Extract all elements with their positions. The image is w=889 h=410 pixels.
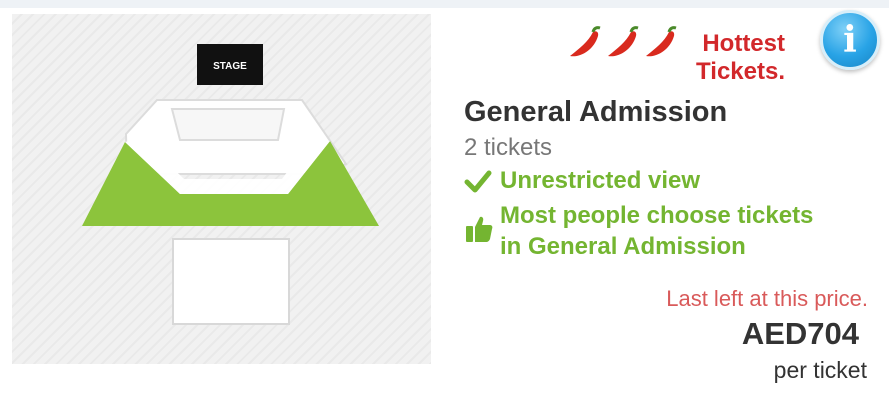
feature-label-line-1: Most people choose tickets — [500, 202, 814, 229]
section-title: General Admission — [464, 96, 728, 128]
info-icon[interactable]: i — [820, 10, 880, 70]
feature-popular-choice: Most people choose tickets in General Ad… — [464, 200, 813, 262]
thumbs-up-icon — [464, 214, 494, 252]
stage-label: STAGE — [213, 61, 247, 72]
checkmark-icon — [464, 167, 492, 202]
chili-pepper-icon — [608, 26, 639, 57]
last-left-notice: Last left at this price. — [666, 286, 868, 311]
upper-section-inner — [170, 108, 286, 141]
ticket-listing-card[interactable]: STAGE Hottest Tickets. i General Admissi… — [0, 0, 889, 410]
venue-seat-map: STAGE — [12, 14, 431, 364]
feature-unrestricted-view: Unrestricted view — [464, 167, 700, 195]
badge-line-1: Hottest — [702, 30, 785, 57]
info-glyph: i — [843, 19, 857, 61]
badge-line-2: Tickets. — [696, 58, 785, 85]
ticket-price: AED704 — [741, 316, 859, 351]
feature-label-line-2: in General Admission — [500, 233, 746, 260]
floor-section — [172, 238, 290, 325]
chili-pepper-icon — [646, 26, 677, 57]
price-unit: per ticket — [773, 357, 867, 383]
chili-rating — [566, 26, 682, 67]
hottest-tickets-badge: Hottest Tickets. — [696, 30, 785, 86]
chili-pepper-icon — [570, 26, 601, 57]
top-divider — [0, 0, 889, 8]
ticket-count: 2 tickets — [464, 134, 553, 161]
feature-label: Unrestricted view — [500, 167, 701, 194]
